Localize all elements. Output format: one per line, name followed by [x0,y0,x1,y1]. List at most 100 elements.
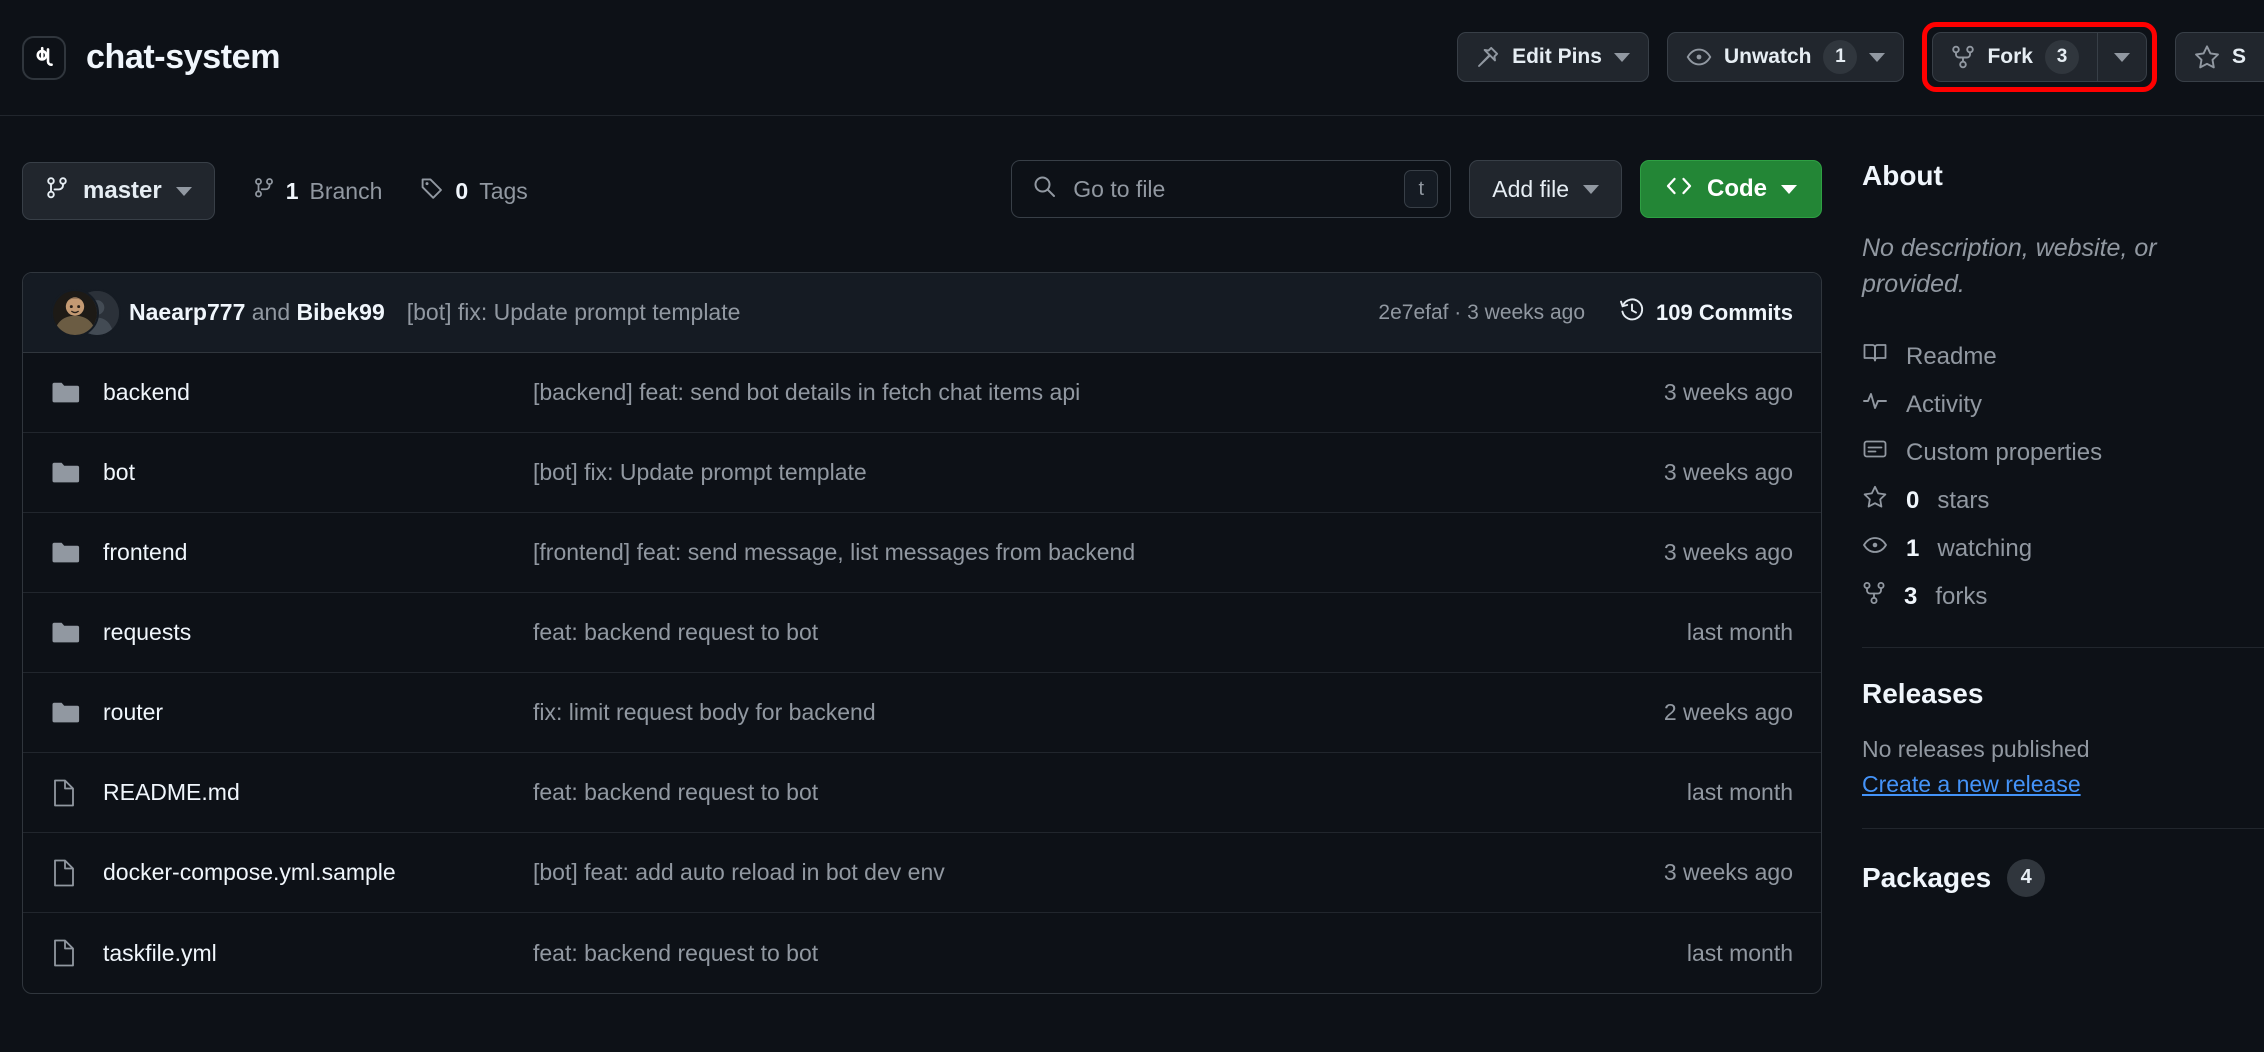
file-commit-time: last month [1686,779,1793,805]
file-commit-message[interactable]: [frontend] feat: send message, list mess… [533,539,1573,566]
file-name[interactable]: requests [103,619,533,646]
sidebar-item-activity[interactable]: Activity [1862,385,2264,425]
fork-icon [1951,44,1975,70]
fork-dropdown-button[interactable] [2096,32,2147,82]
file-commit-message[interactable]: [bot] fix: Update prompt template [533,459,1573,486]
file-name[interactable]: backend [103,379,533,406]
code-button[interactable]: Code [1640,160,1822,218]
search-placeholder: Go to file [1073,175,1166,202]
about-description: No description, website, or provided. [1862,230,2264,303]
commit-meta: 2e7efaf · 3 weeks ago 109 Commits [1378,297,1793,329]
chevron-down-icon[interactable] [1869,52,1886,62]
book-icon [1862,340,1888,373]
branch-selector-button[interactable]: master [22,162,215,220]
commit-author-secondary[interactable]: Bibek99 [297,299,385,325]
file-row[interactable]: requests feat: backend request to bot last… [23,593,1821,673]
file-name[interactable]: frontend [103,539,533,566]
file-commit-time: 2 weeks ago [1663,699,1793,725]
file-row[interactable]: router fix: limit request body for backen… [23,673,1821,753]
file-row[interactable]: backend [backend] feat: send bot details … [23,353,1821,433]
file-commit-time: 3 weeks ago [1663,459,1793,485]
file-icon [51,778,85,808]
chevron-down-icon [1781,184,1797,194]
sidebar-item-count: 3 [1904,582,1918,610]
file-row[interactable]: frontend [frontend] feat: send message, l… [23,513,1821,593]
file-name[interactable]: docker-compose.yml.sample [103,859,533,886]
file-commit-message[interactable]: feat: backend request to bot [533,940,1573,967]
packages-title: Packages [1862,861,1992,893]
packages-count: 4 [2007,858,2046,897]
file-name[interactable]: taskfile.yml [103,940,533,967]
pin-icon [1476,45,1500,69]
file-commit-message[interactable]: feat: backend request to bot [533,779,1573,806]
eye-icon [1862,532,1888,565]
file-name[interactable]: README.md [103,779,533,806]
star-button[interactable]: S [2174,32,2264,82]
sidebar-item-label: forks [1935,582,1988,610]
sidebar-item-label: watching [1937,534,2033,562]
file-commit-message[interactable]: fix: limit request body for backend [533,699,1573,726]
file-table: Naearp777 and Bibek99 [bot] fix: Update … [22,272,1822,994]
file-name[interactable]: router [103,699,533,726]
file-commit-message[interactable]: feat: backend request to bot [533,619,1573,646]
tag-icon [420,176,444,206]
search-input[interactable]: Go to file t [1011,160,1452,218]
file-name[interactable]: bot [103,459,533,486]
fork-button[interactable]: Fork 3 [1932,32,2097,82]
sidebar-item-stars[interactable]: 0 stars [1862,481,2264,521]
sidebar-item-label: stars [1937,486,1990,514]
sidebar-item-custom-properties[interactable]: Custom properties [1862,433,2264,473]
about-sidebar: About No description, website, or provid… [1862,160,2264,897]
sidebar-item-forks[interactable]: 3 forks [1862,577,2264,617]
branch-name: master [83,177,162,204]
create-release-link[interactable]: Create a new release [1862,771,2081,798]
file-commit-message[interactable]: [backend] feat: send bot details in fetc… [533,379,1573,406]
file-row[interactable]: docker-compose.yml.sample [bot] feat: add… [23,833,1821,913]
tag-count-link[interactable]: 0 Tags [420,176,528,206]
fork-button-group: Fork 3 [1932,32,2147,82]
branch-icon [253,176,275,206]
folder-icon [51,620,85,646]
commit-authors: Naearp777 and Bibek99 [129,299,385,326]
file-row[interactable]: taskfile.yml feat: backend request to bot… [23,913,1821,993]
chevron-down-icon [2113,52,2130,62]
unwatch-label: Unwatch [1723,45,1812,68]
search-shortcut-key: t [1404,170,1439,208]
avatar-group [51,288,121,337]
sidebar-item-readme[interactable]: Readme [1862,337,2264,377]
repo-logo-icon [22,35,66,80]
sidebar-item-label: Activity [1906,390,1983,418]
commits-count-link[interactable]: 109 Commits [1619,297,1793,329]
fork-label: Fork [1987,45,2033,68]
folder-icon [51,460,85,486]
search-icon [1032,174,1057,204]
commit-hash-and-time[interactable]: 2e7efaf · 3 weeks ago [1378,301,1585,325]
fork-count: 3 [2044,40,2079,74]
sidebar-item-label: Readme [1906,342,1997,370]
repo-title-wrap: chat-system [0,35,280,80]
unwatch-count: 1 [1823,40,1858,74]
branch-icon [45,175,69,208]
chevron-down-icon [1583,184,1599,194]
repo-header: chat-system Edit Pins Unwatch 1 Fork 3 S [0,0,2264,116]
releases-section: Releases No releases published Create a … [1862,648,2264,798]
unwatch-button[interactable]: Unwatch 1 [1666,32,1905,82]
tag-count: 0 [455,177,469,204]
commit-author-primary[interactable]: Naearp777 [129,299,245,325]
avatar[interactable] [51,288,99,337]
repo-toolbar: master 1 Branch 0 Tags Go to file t Add … [22,160,1822,222]
file-row[interactable]: README.md feat: backend request to bot las… [23,753,1821,833]
file-commit-message[interactable]: [bot] feat: add auto reload in bot dev e… [533,859,1573,886]
file-commit-time: 3 weeks ago [1663,379,1793,405]
toolbar-right-group: Go to file t Add file Code [1011,160,1822,218]
edit-pins-button[interactable]: Edit Pins [1457,32,1649,82]
repo-name[interactable]: chat-system [86,38,280,77]
latest-commit-message[interactable]: [bot] fix: Update prompt template [407,299,741,326]
commit-author-joiner: and [251,299,291,325]
file-row[interactable]: bot [bot] fix: Update prompt template 3 we… [23,433,1821,513]
add-file-button[interactable]: Add file [1469,160,1622,218]
chevron-down-icon[interactable] [1613,52,1630,62]
branch-count-link[interactable]: 1 Branch [253,176,382,206]
sidebar-item-watching[interactable]: 1 watching [1862,529,2264,569]
folder-icon [51,700,85,726]
